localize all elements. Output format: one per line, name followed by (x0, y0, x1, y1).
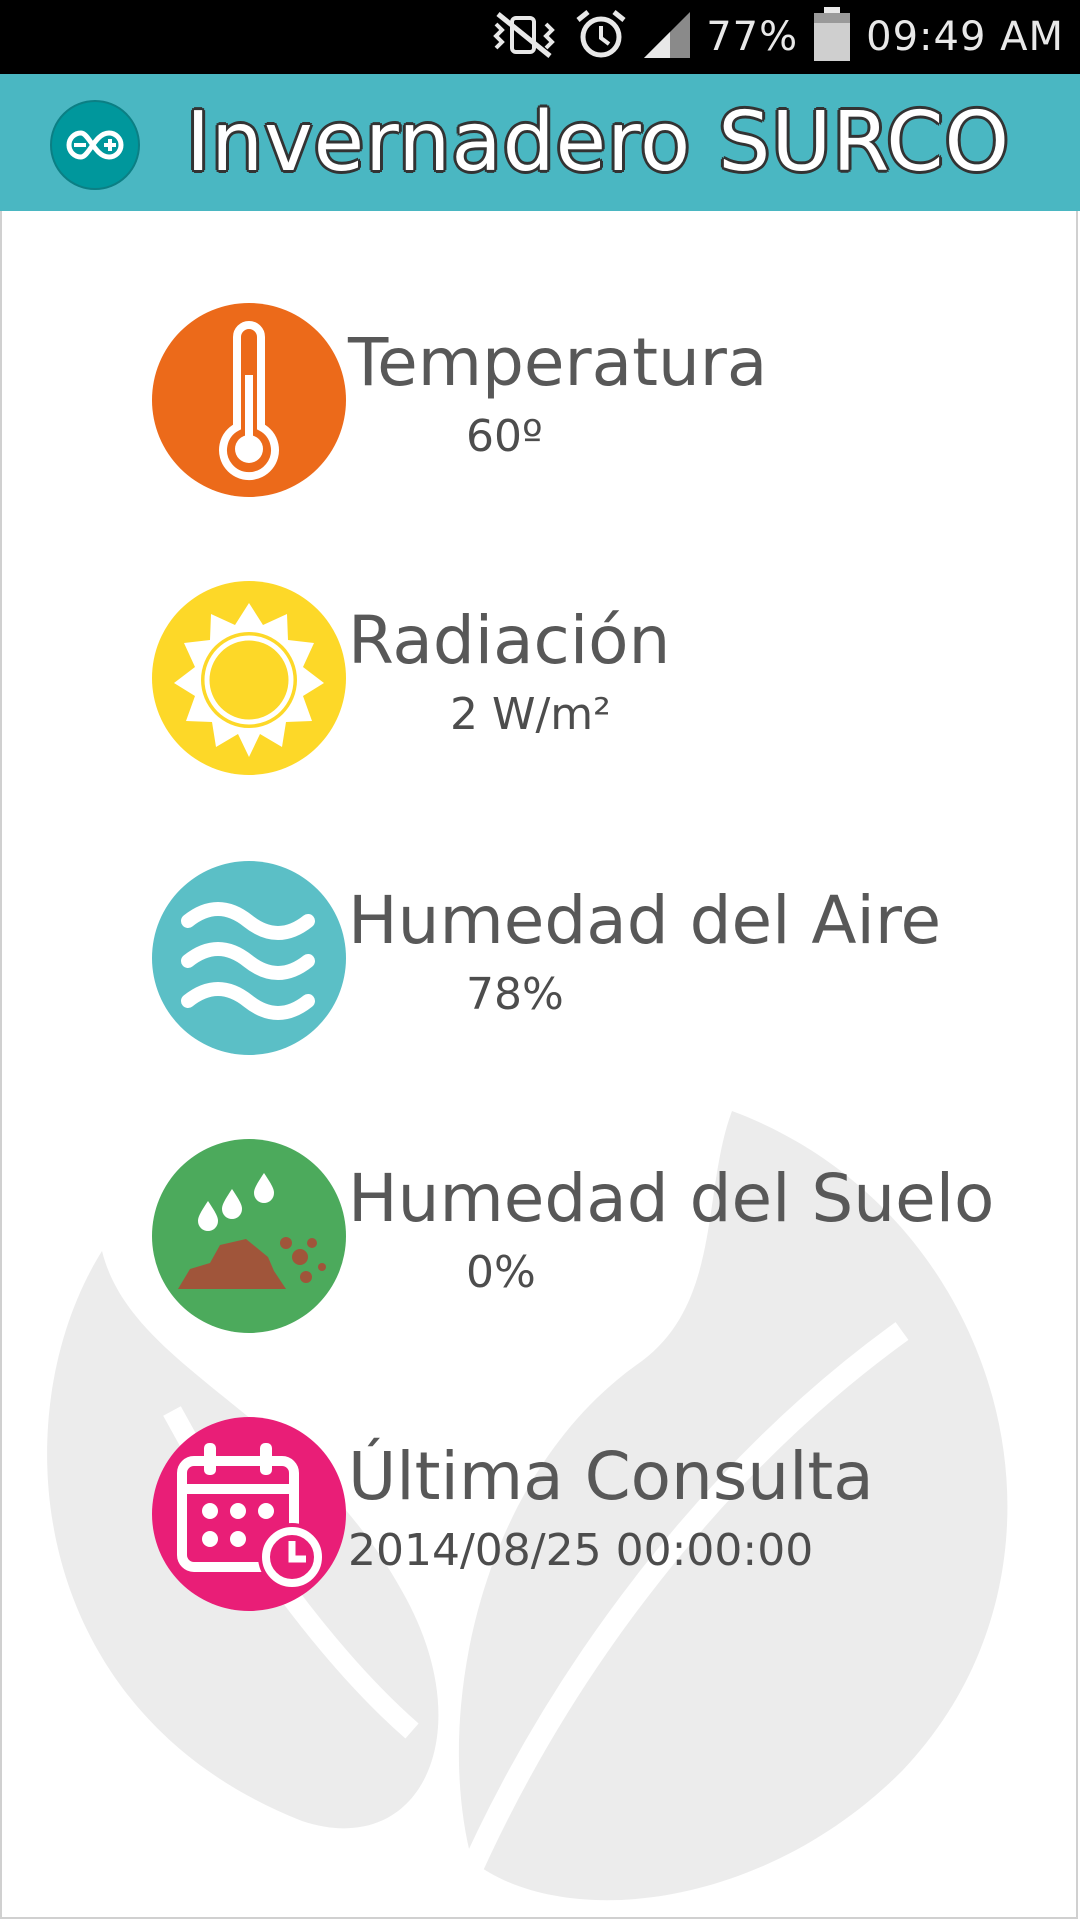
sensor-temperature-value: 60º (466, 411, 543, 462)
sensor-air-humidity: Humedad del Aire 78% (2, 861, 1076, 1061)
sensor-temperature: Temperatura 60º (2, 303, 1076, 503)
soil-drops-icon (152, 1139, 346, 1333)
status-bar: 77% 09:49 AM (0, 0, 1080, 74)
sun-icon (152, 581, 346, 775)
status-icons: 77% 09:49 AM (490, 0, 1064, 74)
air-waves-icon (152, 861, 346, 1055)
sensor-list: Temperatura 60º Radiación 2 W/m² Humedad… (0, 211, 1078, 1919)
signal-icon (642, 10, 692, 64)
app-title: Invernadero SURCO (186, 95, 1011, 190)
alarm-icon (574, 8, 628, 66)
last-query-value: 2014/08/25 00:00:00 (348, 1525, 814, 1576)
arduino-logo-icon[interactable] (50, 100, 140, 190)
last-query-label: Última Consulta (348, 1438, 874, 1515)
sensor-air-humidity-value: 78% (466, 969, 564, 1020)
app-bar: Invernadero SURCO (0, 74, 1080, 211)
battery-percent: 77% (706, 14, 799, 60)
battery-icon (812, 7, 852, 67)
last-query: Última Consulta 2014/08/25 00:00:00 (2, 1417, 1076, 1617)
sensor-soil-humidity: Humedad del Suelo 0% (2, 1139, 1076, 1339)
thermometer-icon (152, 303, 346, 497)
mute-vibrate-icon (490, 10, 560, 64)
sensor-temperature-label: Temperatura (348, 324, 768, 401)
sensor-air-humidity-label: Humedad del Aire (348, 882, 942, 959)
calendar-clock-icon (152, 1417, 346, 1611)
status-time: 09:49 AM (866, 14, 1064, 60)
sensor-soil-humidity-value: 0% (466, 1247, 536, 1298)
sensor-soil-humidity-label: Humedad del Suelo (348, 1160, 995, 1237)
sensor-radiation-label: Radiación (348, 602, 671, 679)
sensor-radiation-value: 2 W/m² (450, 689, 611, 740)
sensor-radiation: Radiación 2 W/m² (2, 581, 1076, 781)
